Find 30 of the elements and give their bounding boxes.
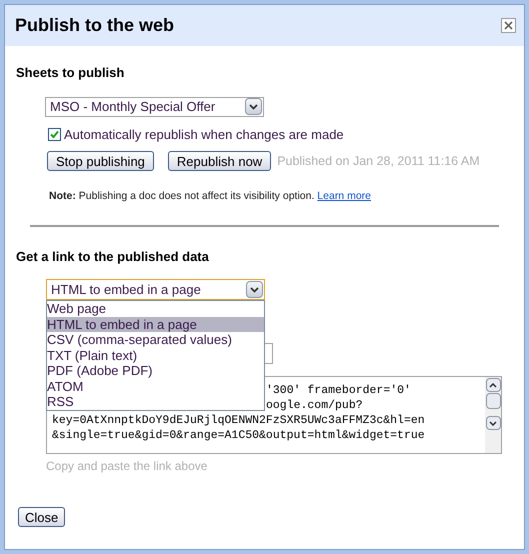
dropdown-option[interactable]: HTML to embed in a page <box>47 316 264 332</box>
republish-button[interactable]: Republish now <box>168 151 272 171</box>
hint-text: Copy and paste the link above <box>46 458 208 476</box>
checkbox-label: Automatically republish when changes are made <box>64 126 344 144</box>
dropdown-option[interactable]: TXT (Plain text) <box>47 348 264 364</box>
code-line: oogle.com/pub? <box>266 398 363 414</box>
dropdown-option[interactable]: RSS <box>47 394 264 410</box>
code-line: &single=true&gid=0&range=A1C50&output=html&widget=true <box>52 428 425 444</box>
code-line: '300' frameborder='0' <box>266 383 411 398</box>
checkbox[interactable] <box>48 128 61 141</box>
dropdown-option[interactable]: PDF (Adobe PDF) <box>47 363 264 379</box>
scrollbar[interactable] <box>485 377 501 454</box>
learn-more-link[interactable]: Learn more <box>317 190 371 202</box>
stop-publishing-button[interactable]: Stop publishing <box>47 151 154 171</box>
dropdown-option[interactable]: ATOM <box>47 378 264 394</box>
scroll-down-icon[interactable] <box>486 416 500 430</box>
section-heading: Get a link to the published data <box>16 248 210 266</box>
close-button[interactable]: Close <box>18 507 66 528</box>
format-select[interactable]: HTML to embed in a page <box>46 279 265 300</box>
publish-status: Published on Jan 28, 2011 11:16 AM <box>277 152 480 170</box>
note-text: Note: Publishing a doc does not affect its visibility option. Learn more <box>49 189 372 204</box>
sheet-select[interactable]: MSO - Monthly Special Offer <box>45 96 264 116</box>
scroll-thumb[interactable] <box>486 393 500 410</box>
scroll-up-icon[interactable] <box>486 378 500 392</box>
code-line: key=0AtXnnptkDoY9dEJuRjlqOENWN2FzSXR5UWc3aFFMZ3c&hl=en <box>52 413 425 428</box>
close-icon[interactable] <box>501 18 516 33</box>
dropdown-option[interactable]: CSV (comma-separated values) <box>47 332 264 348</box>
dialog-title: Publish to the web <box>15 14 174 37</box>
dropdown-option[interactable]: Web page <box>47 301 264 317</box>
section-heading: Sheets to publish <box>16 64 126 82</box>
